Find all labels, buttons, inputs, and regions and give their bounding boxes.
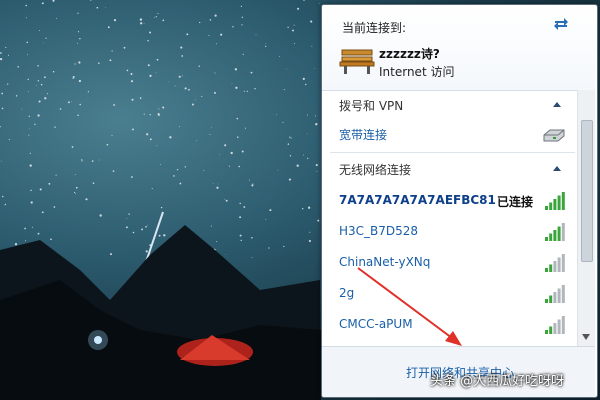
scrollbar-thumb[interactable]: [581, 120, 593, 262]
modem-icon: [543, 129, 565, 142]
signal-bar: [545, 237, 548, 241]
connected-status-label: 已连接: [497, 195, 534, 209]
wireless-network-item[interactable]: ChinaNet-yXNq: [322, 250, 577, 278]
current-connection-title: 当前连接到:: [342, 21, 407, 35]
network-name-label: 2g: [339, 286, 355, 300]
network-name-label: H3C_B7D528: [339, 224, 419, 238]
network-bench-icon: [339, 49, 375, 74]
chevron-up-icon[interactable]: [553, 101, 561, 107]
scroll-down-icon[interactable]: [582, 334, 590, 340]
wireless-header[interactable]: 无线网络连接: [322, 157, 577, 181]
signal-bar: [561, 285, 565, 303]
network-name-label: ChinaNet-yXNq: [339, 255, 431, 269]
dialup-vpn-header[interactable]: 拨号和 VPN: [322, 93, 577, 117]
signal-bar: [545, 330, 548, 334]
signal-strength-icon: [545, 316, 565, 334]
signal-bar: [561, 223, 565, 241]
signal-bar: [549, 202, 553, 210]
signal-bar: [549, 264, 553, 272]
signal-bar: [553, 230, 557, 241]
signal-bar: [553, 323, 557, 334]
signal-bar: [545, 206, 548, 210]
wireless-network-item[interactable]: CMCC-aPUM: [322, 312, 577, 340]
watermark-text: 头条 @大西瓜好吃呀呀: [430, 374, 565, 389]
current-network-status: Internet 访问: [379, 65, 455, 79]
current-network-name: zzzzzz诗?: [379, 47, 440, 61]
wireless-network-item[interactable]: 7A7A7A7A7A7AEFBC81 已连接: [322, 188, 577, 216]
network-list-scrollbar[interactable]: [577, 90, 595, 346]
signal-bar: [561, 316, 565, 334]
chevron-up-icon[interactable]: [553, 165, 561, 171]
signal-bar: [549, 233, 553, 241]
signal-bar: [549, 295, 553, 303]
signal-bar: [557, 195, 561, 210]
signal-bar: [549, 326, 553, 334]
refresh-icon[interactable]: [552, 15, 570, 33]
signal-bar: [553, 261, 557, 272]
signal-bar: [545, 299, 548, 303]
signal-bar: [545, 268, 548, 272]
signal-strength-icon: [545, 223, 565, 241]
signal-bar: [557, 257, 561, 272]
network-name-label: CMCC-aPUM: [339, 317, 413, 331]
section-divider: [330, 152, 575, 153]
wireless-network-item[interactable]: 2g: [322, 281, 577, 309]
signal-bar: [553, 199, 557, 210]
network-name-label: 7A7A7A7A7A7AEFBC81: [339, 193, 496, 207]
signal-strength-icon: [545, 285, 565, 303]
network-flyout-panel: 当前连接到: zzzzzz诗? Internet 访问 拨号和 VPN 宽带连接…: [321, 4, 598, 398]
broadband-connection-label: 宽带连接: [339, 128, 388, 142]
wireless-header-label: 无线网络连接: [339, 163, 412, 177]
signal-bar: [561, 254, 565, 272]
signal-bar: [557, 288, 561, 303]
signal-bar: [553, 292, 557, 303]
signal-bar: [561, 192, 565, 210]
signal-bar: [557, 319, 561, 334]
current-connection-section: 当前连接到: zzzzzz诗? Internet 访问: [322, 5, 595, 91]
signal-strength-icon: [545, 254, 565, 272]
signal-bar: [557, 226, 561, 241]
dialup-vpn-label: 拨号和 VPN: [339, 99, 404, 113]
wireless-network-item[interactable]: H3C_B7D528: [322, 219, 577, 247]
broadband-connection-item[interactable]: 宽带连接: [322, 121, 577, 149]
signal-strength-icon: [545, 192, 565, 210]
